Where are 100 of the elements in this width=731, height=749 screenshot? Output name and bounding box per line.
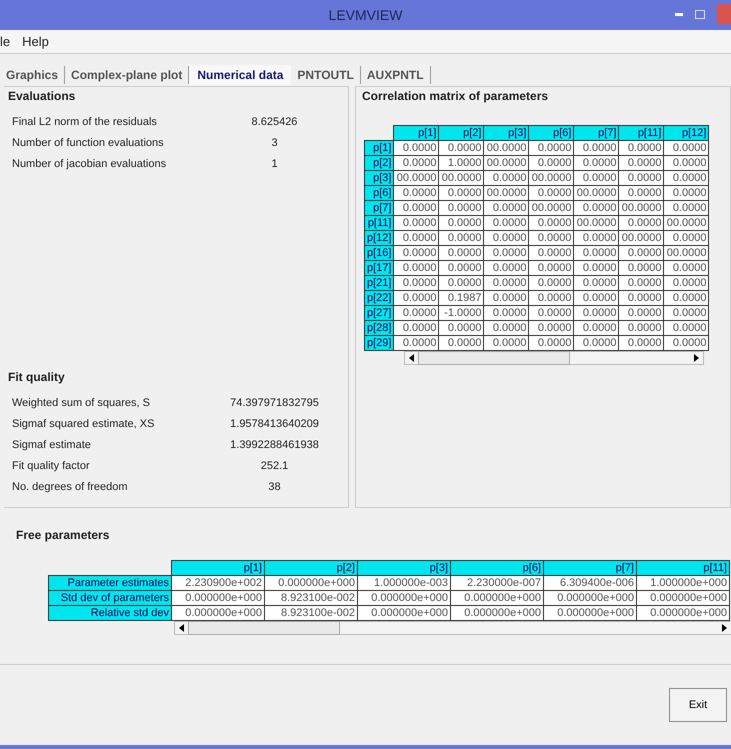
column-header: p[7]: [574, 126, 619, 140]
row-header: p[3]: [364, 170, 394, 186]
table-cell: 0.0000: [618, 186, 664, 200]
table-cell: 0.0000: [664, 140, 709, 156]
group-title: Fit quality: [8, 370, 65, 384]
table-cell: 0.0000: [528, 290, 574, 306]
column-header: p[3]: [358, 560, 450, 576]
table-cell: 0.0000: [438, 216, 484, 230]
table-cell: 00.0000: [618, 200, 664, 216]
table-cell: 0.0000: [484, 290, 529, 306]
table-cell: 0.0000: [394, 290, 439, 306]
tab[interactable]: Graphics: [0, 66, 66, 84]
row-header: p[11]: [364, 216, 394, 230]
field-label: Final L2 norm of the residuals: [11, 116, 158, 128]
table-cell: 0.0000: [618, 276, 664, 290]
field-value: 1.9578413640209: [229, 418, 320, 430]
table-cell: 0.0000: [664, 156, 709, 170]
table-cell: 0.0000: [664, 336, 709, 350]
field-label: Weighted sum of squares, S: [11, 396, 151, 408]
right-arrow-icon[interactable]: [694, 354, 699, 362]
table-cell: 0.000000e+000: [544, 606, 636, 620]
table-cell: 0.0000: [394, 216, 439, 230]
table-cell: 8.923100e-002: [264, 606, 358, 620]
row-header: p[2]: [364, 156, 394, 170]
table-cell: 0.0000: [574, 320, 619, 336]
table-cell: 8.923100e-002: [264, 590, 358, 606]
table-cell: 0.0000: [438, 276, 484, 290]
tab[interactable]: PNTOUTL: [291, 66, 361, 84]
table-cell: 00.0000: [484, 140, 529, 156]
table-cell: 0.0000: [574, 156, 619, 170]
maximize-button[interactable]: [695, 10, 705, 18]
table-cell: 0.0000: [664, 170, 709, 186]
table-cell: 2.230900e+002: [172, 576, 264, 590]
column-header: p[1]: [172, 560, 264, 576]
table-cell: 00.0000: [484, 186, 529, 200]
table-cell: 6.309400e-006: [544, 576, 636, 590]
tab[interactable]: AUXPNTL: [360, 66, 431, 84]
field-label: Number of jacobian evaluations: [11, 158, 168, 170]
table-cell: 0.0000: [438, 246, 484, 260]
table-cell: 0.0000: [394, 200, 439, 216]
table-cell: 0.0000: [574, 200, 619, 216]
row-header: p[27]: [364, 306, 394, 320]
left-arrow-icon[interactable]: [409, 354, 414, 362]
table-cell: 0.000000e+000: [358, 590, 450, 606]
table-cell: 0.0000: [664, 260, 709, 276]
row-header: p[29]: [364, 336, 394, 350]
tab[interactable]: Numerical data: [189, 65, 292, 85]
table-cell: 0.0000: [438, 260, 484, 276]
table-cell: 0.0000: [528, 306, 574, 320]
column-header: p[12]: [664, 126, 709, 140]
table-cell: 00.0000: [484, 156, 529, 170]
table-cell: 0.0000: [574, 290, 619, 306]
minimize-button[interactable]: [675, 12, 683, 16]
window-title: LEVMVIEW: [328, 7, 402, 23]
field-label: Number of function evaluations: [11, 136, 165, 148]
menu-item[interactable]: Help: [22, 34, 49, 49]
row-header: p[22]: [364, 290, 394, 306]
field-value: 3: [270, 136, 279, 148]
table-cell: 0.0000: [528, 276, 574, 290]
row-header: p[28]: [364, 320, 394, 336]
table-cell: 0.0000: [438, 186, 484, 200]
table-cell: 0.0000: [618, 260, 664, 276]
table-cell: 0.0000: [664, 290, 709, 306]
row-header: p[12]: [364, 230, 394, 246]
table-cell: 0.0000: [664, 276, 709, 290]
row-header: p[6]: [364, 186, 394, 200]
table-cell: 0.000000e+000: [636, 606, 730, 620]
table-cell: 0.0000: [618, 290, 664, 306]
table-cell: 0.0000: [394, 276, 439, 290]
table-cell: 0.0000: [664, 320, 709, 336]
row-header: Parameter estimates: [48, 576, 172, 590]
table-cell: 0.0000: [484, 246, 529, 260]
table-cell: 0.0000: [394, 336, 439, 350]
horizontal-scrollbar[interactable]: [174, 621, 731, 635]
exit-button[interactable]: Exit: [669, 688, 727, 722]
table-cell: 0.0000: [528, 246, 574, 260]
table-cell: 0.0000: [664, 186, 709, 200]
table-cell: 0.0000: [438, 336, 484, 350]
field-value: 8.625426: [250, 116, 298, 128]
table-cell: 0.0000: [574, 260, 619, 276]
table-cell: 0.0000: [394, 246, 439, 260]
table-cell: 0.000000e+000: [544, 590, 636, 606]
table-cell: 0.0000: [484, 320, 529, 336]
left-arrow-icon[interactable]: [179, 624, 184, 632]
right-arrow-icon[interactable]: [722, 624, 727, 632]
table-cell: 00.0000: [438, 170, 484, 186]
field-label: Sigmaf estimate: [11, 438, 92, 450]
table-cell: 0.0000: [394, 306, 439, 320]
table-cell: 0.0000: [438, 320, 484, 336]
table-cell: 0.0000: [574, 230, 619, 246]
menu-item[interactable]: le: [0, 34, 10, 49]
table-cell: 0.0000: [618, 216, 664, 230]
table-cell: 0.1987: [438, 290, 484, 306]
horizontal-scrollbar[interactable]: [404, 351, 704, 365]
column-header: p[11]: [636, 560, 730, 576]
table-cell: 1.000000e-003: [358, 576, 450, 590]
row-header: p[17]: [364, 260, 394, 276]
table-cell: 0.0000: [664, 200, 709, 216]
column-header: p[3]: [484, 126, 529, 140]
table-cell: 0.0000: [574, 140, 619, 156]
